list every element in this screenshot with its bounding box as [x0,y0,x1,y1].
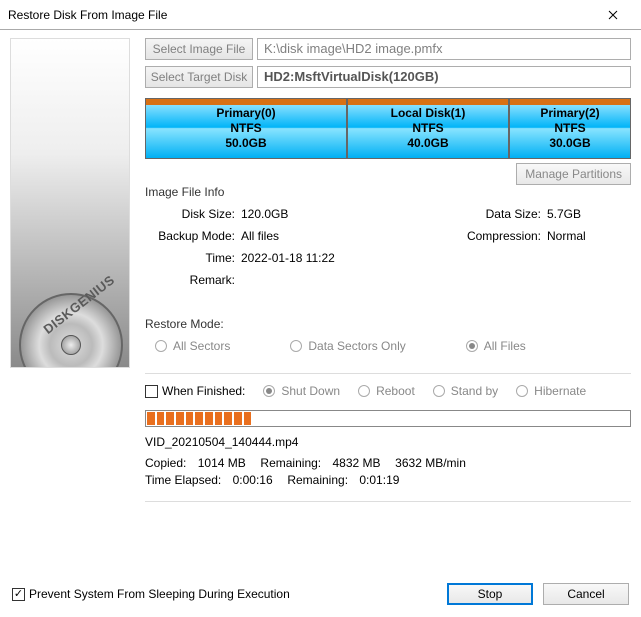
radio-standby: Stand by [433,384,498,398]
partition-size: 40.0GB [407,136,448,151]
select-image-button[interactable]: Select Image File [145,38,253,60]
checkmark-icon: ✓ [14,589,23,600]
radio-icon [433,385,445,397]
radio-label: Shut Down [281,384,340,398]
partition-fs: NTFS [230,121,261,136]
close-button[interactable] [593,1,633,29]
partition-bar: Primary(0) NTFS 50.0GB Local Disk(1) NTF… [145,98,631,159]
time-value: 2022-01-18 11:22 [241,251,335,265]
radio-icon [466,340,478,352]
image-info-title: Image File Info [145,185,631,199]
remark-label: Remark: [145,273,235,287]
image-info-grid: Disk Size: 120.0GB Data Size: 5.7GB Back… [145,199,631,291]
checkbox-icon [145,385,158,398]
image-file-path: K:\disk image\HD2 image.pmfx [257,38,631,60]
radio-label: All Sectors [173,339,230,353]
time-label: Time: [145,251,235,265]
prevent-sleep-checkbox[interactable]: ✓ Prevent System From Sleeping During Ex… [12,587,290,601]
prevent-sleep-label: Prevent System From Sleeping During Exec… [29,587,290,601]
progress-bar [145,410,631,427]
remaining2-value: 0:01:19 [359,472,399,489]
partition-name: Primary(2) [540,106,599,121]
radio-icon [155,340,167,352]
select-target-button[interactable]: Select Target Disk [145,66,253,88]
radio-label: Hibernate [534,384,586,398]
radio-icon [290,340,302,352]
sidebar-graphic: DISKGENIUS [10,38,130,368]
disc-center-icon [61,335,81,355]
when-finished-label: When Finished: [162,384,245,398]
content-area: DISKGENIUS Select Image File K:\disk ima… [0,30,641,575]
restore-mode-title: Restore Mode: [145,317,631,331]
partition-2[interactable]: Primary(2) NTFS 30.0GB [509,98,631,159]
partition-name: Primary(0) [216,106,275,121]
elapsed-value: 0:00:16 [233,472,273,489]
cancel-button[interactable]: Cancel [543,583,629,605]
partition-fs: NTFS [554,121,585,136]
remaining-value: 4832 MB [332,455,380,472]
partition-size: 50.0GB [225,136,266,151]
remaining2-label: Remaining: [287,472,348,489]
current-file: VID_20210504_140444.mp4 [145,435,631,449]
data-size-label: Data Size: [441,207,541,221]
radio-shutdown: Shut Down [263,384,340,398]
divider [145,373,631,374]
titlebar: Restore Disk From Image File [0,0,641,30]
data-size-value: 5.7GB [547,207,627,221]
radio-label: Data Sectors Only [308,339,405,353]
radio-all-files: All Files [466,339,526,353]
partition-fs: NTFS [412,121,443,136]
compression-value: Normal [547,229,627,243]
close-icon [608,10,618,20]
footer: ✓ Prevent System From Sleeping During Ex… [0,575,641,613]
checkbox-icon: ✓ [12,588,25,601]
window-title: Restore Disk From Image File [8,8,167,22]
radio-label: All Files [484,339,526,353]
remaining-label: Remaining: [260,455,321,472]
partition-size: 30.0GB [549,136,590,151]
partition-1[interactable]: Local Disk(1) NTFS 40.0GB [347,98,509,159]
target-disk-value: HD2:MsftVirtualDisk(120GB) [257,66,631,88]
disk-size-label: Disk Size: [145,207,235,221]
compression-label: Compression: [441,229,541,243]
radio-label: Stand by [451,384,498,398]
stop-button[interactable]: Stop [447,583,533,605]
radio-icon [263,385,275,397]
manage-partitions-button[interactable]: Manage Partitions [516,163,631,185]
radio-icon [516,385,528,397]
progress-stats: Copied: 1014 MB Remaining: 4832 MB 3632 … [145,455,631,489]
elapsed-label: Time Elapsed: [145,472,221,489]
radio-label: Reboot [376,384,415,398]
radio-reboot: Reboot [358,384,415,398]
radio-all-sectors: All Sectors [155,339,230,353]
radio-hibernate: Hibernate [516,384,586,398]
copied-label: Copied: [145,455,186,472]
radio-data-sectors: Data Sectors Only [290,339,405,353]
partition-0[interactable]: Primary(0) NTFS 50.0GB [145,98,347,159]
backup-mode-value: All files [241,229,321,243]
main-panel: Select Image File K:\disk image\HD2 imag… [145,38,631,575]
partition-name: Local Disk(1) [391,106,466,121]
copied-value: 1014 MB [198,455,246,472]
backup-mode-label: Backup Mode: [145,229,235,243]
rate-value: 3632 MB/min [395,455,466,472]
radio-icon [358,385,370,397]
disk-size-value: 120.0GB [241,207,321,221]
when-finished-checkbox[interactable]: When Finished: [145,384,245,398]
divider [145,501,631,502]
